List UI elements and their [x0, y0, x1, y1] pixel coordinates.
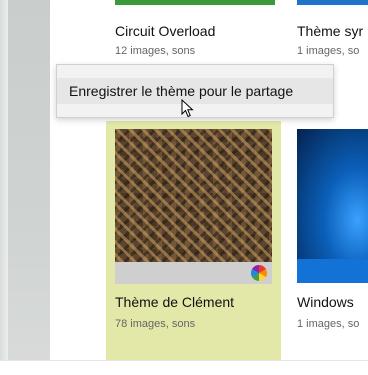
- theme-subtitle: 1 images, so: [297, 45, 360, 57]
- theme-preview-bar: [297, 259, 368, 283]
- theme-title: Windows: [297, 294, 354, 310]
- theme-preview-strip: [115, 0, 275, 5]
- theme-preview-image: [115, 129, 272, 282]
- menu-item-label: Enregistrer le thème pour le partage: [69, 83, 294, 99]
- theme-title: Thème syr: [297, 23, 364, 39]
- mouse-cursor-icon: [181, 99, 194, 118]
- window-edge: [0, 0, 8, 374]
- theme-title: Circuit Overload: [115, 23, 216, 39]
- context-menu: Enregistrer le thème pour le partage: [56, 64, 334, 118]
- theme-preview-strip: [297, 0, 368, 5]
- theme-tile-sync[interactable]: Thème syr 1 images, so: [297, 0, 368, 57]
- color-wheel-icon: [251, 265, 267, 281]
- theme-tile-windows[interactable]: Windows 1 images, so: [297, 129, 368, 360]
- theme-title: Thème de Clément: [115, 294, 235, 310]
- theme-subtitle: 12 images, sons: [115, 45, 196, 57]
- theme-preview-image: [297, 129, 368, 259]
- theme-subtitle: 1 images, so: [297, 318, 360, 330]
- menu-item-save-theme-for-sharing[interactable]: Enregistrer le thème pour le partage: [57, 78, 333, 104]
- theme-tile-selected[interactable]: Thème de Clément 78 images, sons: [106, 121, 281, 360]
- theme-preview-bar: [115, 262, 272, 284]
- theme-tile-circuit-overload[interactable]: Circuit Overload 12 images, sons: [115, 0, 275, 57]
- side-panel: [8, 0, 50, 374]
- bottom-edge: [0, 360, 368, 375]
- theme-subtitle: 78 images, sons: [115, 318, 196, 330]
